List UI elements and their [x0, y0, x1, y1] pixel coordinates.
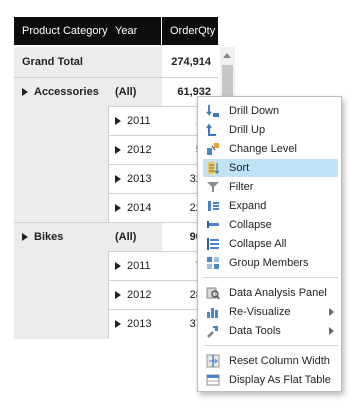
menu-label: Re-Visualize	[229, 306, 291, 318]
expand-triangle-icon[interactable]	[115, 262, 121, 270]
menu-label: Reset Column Width	[229, 355, 330, 367]
re-visualize-icon	[206, 305, 220, 319]
year-all-label: (All)	[115, 231, 137, 243]
year-label: 2013	[127, 318, 152, 330]
category-label: Accessories	[34, 86, 99, 98]
year-label: 2013	[127, 173, 152, 185]
year-label: 2011	[127, 260, 151, 272]
expand-triangle-icon[interactable]	[115, 320, 121, 328]
year-row-2011[interactable]: 2011	[115, 252, 151, 280]
menu-label: Display As Flat Table	[229, 374, 331, 386]
expand-triangle-icon[interactable]	[115, 175, 121, 183]
menu-separator	[203, 277, 338, 278]
menu-item-display-as-flat-table[interactable]: Display As Flat Table	[203, 371, 338, 389]
reset-column-width-icon	[206, 354, 220, 368]
menu-label: Data Tools	[229, 325, 281, 337]
expand-triangle-icon[interactable]	[22, 233, 28, 241]
menu-label: Expand	[229, 200, 267, 212]
change-level-icon	[206, 142, 220, 156]
menu-item-collapse[interactable]: Collapse	[203, 216, 338, 234]
menu-item-drill-up[interactable]: Drill Up	[203, 121, 338, 139]
drill-down-icon	[206, 104, 220, 118]
year-label: 2014	[127, 202, 152, 214]
menu-label: Sort	[229, 162, 250, 174]
year-row-2014[interactable]: 2014	[115, 194, 151, 222]
category-bikes[interactable]: Bikes	[22, 223, 63, 251]
menu-item-re-visualize[interactable]: Re-Visualize	[203, 303, 338, 321]
year-label: 2012	[127, 144, 152, 156]
header-orderqty[interactable]: OrderQty	[162, 17, 218, 45]
expand-icon	[206, 199, 220, 213]
category-accessories[interactable]: Accessories	[22, 78, 99, 106]
menu-item-sort[interactable]: Sort	[203, 159, 338, 177]
category-label: Bikes	[34, 231, 64, 243]
group-members-icon	[206, 256, 220, 270]
menu-label: Data Analysis Panel	[229, 287, 327, 299]
grand-total-label: Grand Total	[22, 56, 83, 68]
menu-item-data-analysis-panel[interactable]: Data Analysis Panel	[203, 284, 338, 302]
column-divider	[108, 252, 109, 339]
menu-item-filter[interactable]: Filter	[203, 178, 338, 196]
collapse-icon	[206, 218, 220, 232]
grand-total-value: 274,914	[171, 56, 211, 68]
menu-item-drill-down[interactable]: Drill Down	[203, 102, 338, 120]
expand-triangle-icon[interactable]	[115, 146, 121, 154]
header-product-category[interactable]: Product Category	[14, 17, 108, 45]
scroll-up-icon[interactable]	[223, 53, 231, 58]
year-row-2011[interactable]: 2011	[115, 107, 151, 135]
header-year[interactable]: Year	[108, 17, 162, 45]
context-menu: Drill Down Drill Up Change Level Sort Fi…	[197, 96, 342, 392]
data-analysis-panel-icon	[206, 286, 220, 300]
menu-label: Filter	[229, 181, 254, 193]
menu-label: Drill Down	[229, 105, 280, 117]
year-all-label: (All)	[115, 86, 137, 98]
drill-up-icon	[206, 123, 220, 137]
flat-table-icon	[206, 373, 220, 387]
year-row-2012[interactable]: 2012	[115, 136, 151, 164]
year-label: 2012	[127, 289, 152, 301]
filter-icon	[206, 180, 220, 194]
menu-item-change-level[interactable]: Change Level	[203, 140, 338, 158]
menu-item-reset-column-width[interactable]: Reset Column Width	[203, 352, 338, 370]
expand-triangle-icon[interactable]	[115, 117, 121, 125]
submenu-arrow-icon	[329, 327, 334, 335]
menu-label: Change Level	[229, 143, 297, 155]
menu-label: Group Members	[229, 257, 309, 269]
expand-triangle-icon[interactable]	[115, 204, 121, 212]
menu-item-expand[interactable]: Expand	[203, 197, 338, 215]
menu-label: Collapse	[229, 219, 272, 231]
menu-label: Collapse All	[229, 238, 287, 250]
sort-icon	[206, 161, 220, 175]
menu-item-group-members[interactable]: Group Members	[203, 254, 338, 272]
data-tools-icon	[206, 324, 220, 338]
expand-triangle-icon[interactable]	[22, 88, 28, 96]
menu-item-data-tools[interactable]: Data Tools	[203, 322, 338, 340]
year-row-2013[interactable]: 2013	[115, 310, 151, 338]
submenu-arrow-icon	[329, 308, 334, 316]
year-row-2012[interactable]: 2012	[115, 281, 151, 309]
menu-separator	[203, 345, 338, 346]
menu-label: Drill Up	[229, 124, 266, 136]
year-label: 2011	[127, 115, 151, 127]
expand-triangle-icon[interactable]	[115, 291, 121, 299]
menu-item-collapse-all[interactable]: Collapse All	[203, 235, 338, 253]
collapse-all-icon	[206, 237, 220, 251]
year-row-2013[interactable]: 2013	[115, 165, 151, 193]
